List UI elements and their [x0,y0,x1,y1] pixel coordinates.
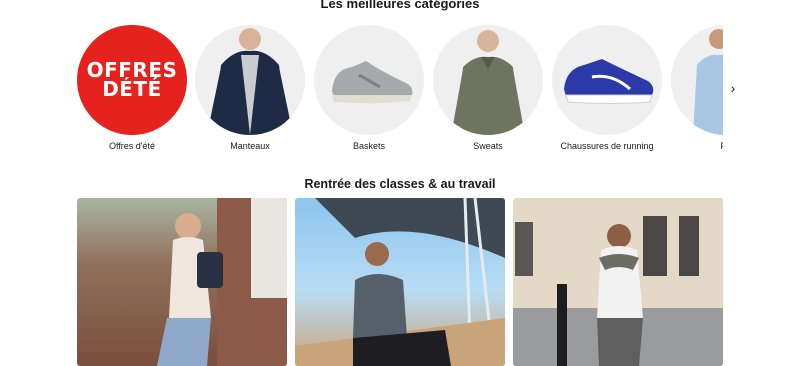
polo-image [671,25,723,135]
category-sneakers[interactable]: Baskets [314,25,424,151]
category-label: Manteaux [230,141,270,151]
category-label: Po [671,141,723,151]
category-summer-deals[interactable]: OFFRES DÉTÉ Offres d'été [77,25,187,151]
category-running-shoes[interactable]: Chaussures de running [552,25,662,151]
category-label: Chaussures de running [560,141,654,151]
banner-work-woman-street[interactable] [513,198,723,366]
promo-text-line-2: DÉTÉ [102,77,162,101]
running-shoe-image [552,25,662,135]
category-label: Sweats [473,141,503,151]
section-title-back-to-school: Rentrée des classes & au travail [304,177,496,191]
section-title-categories: Les meilleures catégories [320,0,480,11]
summer-deals-badge: OFFRES DÉTÉ [77,25,187,135]
chevron-right-icon[interactable]: › [726,79,740,97]
sweatshirt-image [433,25,543,135]
category-coats[interactable]: Manteaux [195,25,305,151]
category-sweatshirts[interactable]: Sweats [433,25,543,151]
category-label: Offres d'été [108,141,156,151]
coat-image [195,25,305,135]
sneaker-image [314,25,424,135]
category-polos[interactable]: Po [671,25,723,151]
category-carousel: OFFRES DÉTÉ Offres d'été Manteaux Basket… [77,25,723,155]
banner-back-to-school-girl[interactable] [77,198,287,366]
category-label: Baskets [352,141,385,151]
banner-work-man-bridge[interactable] [295,198,505,366]
